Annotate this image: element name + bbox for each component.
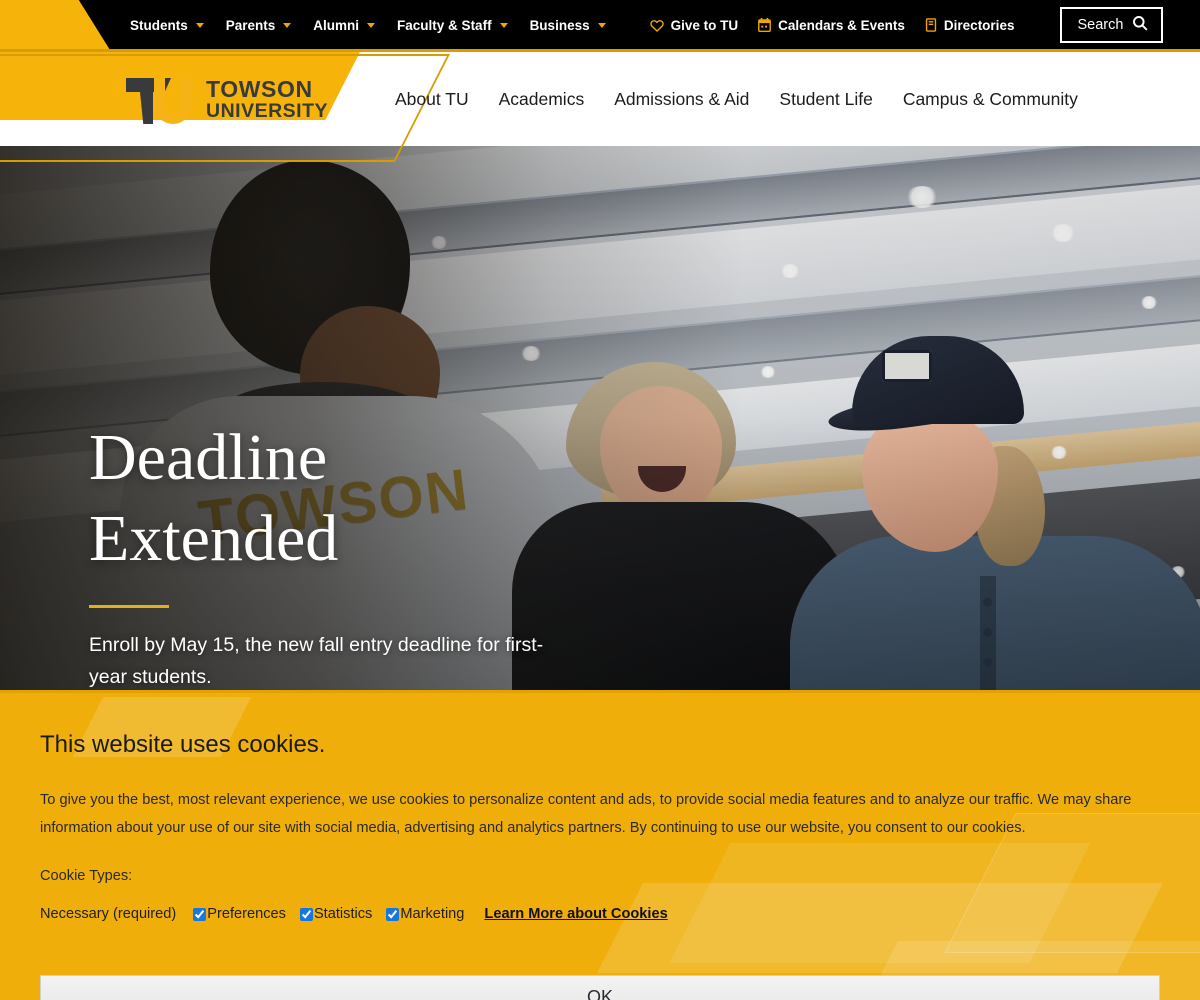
utility-menu-business[interactable]: Business	[530, 18, 606, 33]
hero-divider-rule	[89, 605, 169, 609]
magnifier-icon	[1132, 15, 1148, 35]
nav-item-academics[interactable]: Academics	[499, 89, 585, 110]
heart-icon	[649, 19, 664, 32]
logo-wordmark: TOWSON UNIVERSITY	[206, 76, 329, 122]
towson-university-homepage: Students Parents Alumni Faculty & Staff …	[0, 0, 1200, 1000]
quick-link-calendars-events[interactable]: Calendars & Events	[758, 18, 905, 33]
book-icon	[925, 18, 937, 32]
hero-title: Deadline Extended	[89, 418, 609, 579]
cookie-checkbox-marketing[interactable]: Marketing	[386, 906, 464, 922]
logo-line-2: UNIVERSITY	[206, 99, 329, 122]
hero-banner: TOWSON Deadline Extended Enroll by May 1…	[0, 146, 1200, 690]
learn-more-about-cookies-link[interactable]: Learn More about Cookies	[484, 906, 667, 922]
hero-title-line-2: Extended	[89, 501, 339, 575]
quick-link-directories-label: Directories	[943, 17, 1015, 33]
hero-subtitle: Enroll by May 15, the new fall entry dea…	[89, 634, 544, 688]
chevron-down-icon	[499, 22, 508, 28]
quick-link-calendars-events-label: Calendars & Events	[778, 17, 905, 33]
cookie-necessary-label: Necessary (required)	[40, 906, 177, 923]
utility-bar: Students Parents Alumni Faculty & Staff …	[0, 0, 1200, 52]
nav-item-admissions-aid[interactable]: Admissions & Aid	[614, 89, 749, 110]
nav-item-about-tu[interactable]: About TU	[395, 89, 469, 110]
utility-menu-alumni[interactable]: Alumni	[313, 17, 376, 33]
quick-link-give-to-tu[interactable]: Give to TU	[649, 17, 739, 33]
cookie-consent-banner: This website uses cookies. To give you t…	[0, 690, 1200, 1000]
hero-content: Deadline Extended Enroll by May 15, the …	[89, 418, 609, 690]
chevron-down-icon	[597, 22, 606, 28]
utility-menu-students[interactable]: Students	[130, 18, 204, 33]
nav-item-student-life[interactable]: Student Life	[779, 89, 872, 110]
hero-title-line-1: Deadline	[89, 421, 328, 494]
cookie-checkbox-statistics-input[interactable]	[299, 907, 313, 921]
utility-menu-alumni-label: Alumni	[313, 17, 360, 33]
quick-links-list: Give to TU Calendars & Events Directorie…	[649, 7, 1164, 43]
utility-menu-parents[interactable]: Parents	[226, 18, 292, 33]
utility-menu-faculty-staff-label: Faculty & Staff	[397, 17, 492, 33]
quick-link-give-to-tu-label: Give to TU	[670, 17, 739, 33]
search-button[interactable]: Search	[1060, 7, 1164, 43]
cookie-banner-title: This website uses cookies.	[40, 731, 326, 758]
utility-menu-faculty-staff[interactable]: Faculty & Staff	[397, 18, 508, 33]
chevron-down-icon	[283, 22, 292, 28]
utility-menu-students-label: Students	[130, 17, 188, 33]
tu-logo-icon	[126, 76, 194, 124]
calendar-icon	[758, 18, 772, 32]
cookie-banner-body: To give you the best, most relevant expe…	[40, 792, 1132, 837]
audience-menu-list: Students Parents Alumni Faculty & Staff …	[130, 18, 606, 33]
cookie-checkbox-statistics-label: Statistics	[313, 906, 373, 923]
cookie-types-label: Cookie Types:	[40, 868, 133, 885]
chevron-down-icon	[367, 22, 376, 28]
utility-menu-business-label: Business	[529, 17, 590, 33]
utility-menu-parents-label: Parents	[225, 17, 276, 33]
site-header: TOWSON UNIVERSITY About TU Academics Adm…	[0, 52, 1200, 162]
cookie-checkbox-marketing-label: Marketing	[400, 906, 465, 923]
logo-line-1: TOWSON	[206, 76, 313, 103]
cookie-ok-button[interactable]: OK	[40, 975, 1160, 1000]
nav-item-campus-community[interactable]: Campus & Community	[903, 89, 1078, 110]
cookie-checkbox-preferences[interactable]: Preferences	[193, 906, 286, 922]
cookie-checkbox-preferences-input[interactable]	[193, 907, 207, 921]
search-button-label: Search	[1077, 17, 1124, 33]
cookie-checkbox-statistics[interactable]: Statistics	[299, 906, 373, 923]
chevron-down-icon	[195, 22, 204, 28]
primary-navigation: About TU Academics Admissions & Aid Stud…	[395, 52, 1078, 146]
cookie-checkbox-marketing-input[interactable]	[386, 907, 400, 921]
cookie-type-controls: Necessary (required) Preferences Statist…	[40, 906, 1160, 922]
cookie-checkbox-preferences-label: Preferences	[207, 906, 286, 923]
site-logo[interactable]: TOWSON UNIVERSITY	[126, 76, 328, 124]
quick-link-directories[interactable]: Directories	[925, 17, 1015, 33]
